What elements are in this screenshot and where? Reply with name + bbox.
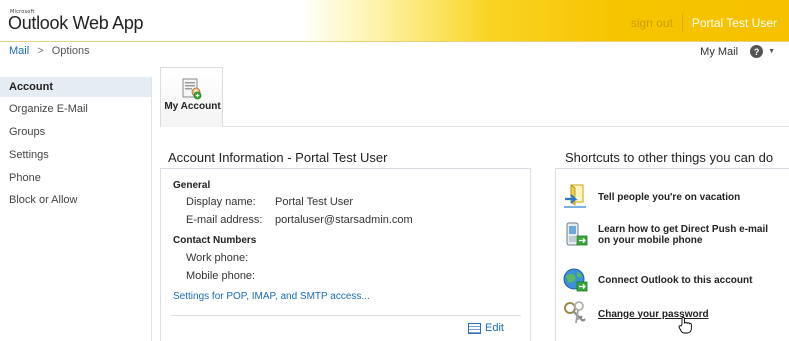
- shortcut-vacation[interactable]: Tell people you're on vacation: [562, 183, 778, 211]
- breadcrumb-separator: >: [37, 45, 44, 57]
- app-logo[interactable]: Microsoft Outlook Web App: [8, 9, 144, 34]
- my-account-icon: [182, 78, 202, 100]
- edit-button[interactable]: Edit: [468, 322, 504, 334]
- options-tab-strip: My Account: [160, 67, 789, 127]
- sign-out-link[interactable]: sign out: [631, 16, 673, 30]
- edit-label: Edit: [485, 322, 504, 334]
- keys-icon: [564, 301, 586, 324]
- breadcrumb-mail-link[interactable]: Mail: [9, 45, 29, 57]
- mailbox-menu[interactable]: My Mail ? ▼: [700, 45, 775, 58]
- sidebar-item-account[interactable]: Account: [0, 77, 151, 97]
- breadcrumb-current: Options: [51, 45, 90, 57]
- help-icon[interactable]: ?: [750, 45, 764, 58]
- mobile-phone-label: Mobile phone:: [186, 270, 256, 282]
- sidebar-item-organize-email[interactable]: Organize E-Mail: [0, 99, 151, 119]
- sidebar-item-settings[interactable]: Settings: [0, 145, 151, 165]
- app-header: Microsoft Outlook Web App sign out Porta…: [0, 0, 789, 42]
- sidebar-item-groups[interactable]: Groups: [0, 122, 151, 142]
- hand-cursor-icon: [678, 316, 692, 334]
- options-sidebar: Account Organize E-Mail Groups Settings …: [0, 77, 152, 341]
- general-heading: General: [173, 180, 211, 191]
- account-info-panel: General Display name: Portal Test User E…: [160, 168, 531, 341]
- logo-text: Outlook Web App: [8, 13, 144, 33]
- display-name-value: Portal Test User: [275, 196, 354, 208]
- sidebar-item-block-or-allow[interactable]: Block or Allow: [0, 190, 151, 210]
- edit-divider: [171, 315, 521, 316]
- shortcut-change-password[interactable]: Change your password: [562, 300, 778, 328]
- contact-numbers-heading: Contact Numbers: [173, 235, 257, 246]
- outlook-globe-icon: [563, 268, 588, 292]
- header-user-area: sign out Portal Test User: [631, 13, 777, 33]
- shortcuts-title: Shortcuts to other things you can do: [565, 150, 774, 165]
- pop-imap-settings-link[interactable]: Settings for POP, IMAP, and SMTP access.…: [173, 291, 370, 302]
- display-name-label: Display name:: [186, 196, 256, 208]
- edit-icon: [468, 322, 481, 334]
- shortcuts-panel: Tell people you're on vacation Learn how…: [555, 168, 789, 341]
- header-divider: [681, 13, 683, 33]
- sidebar-item-phone[interactable]: Phone: [0, 168, 151, 188]
- tab-my-account[interactable]: My Account: [160, 67, 223, 127]
- shortcut-direct-push-label[interactable]: Learn how to get Direct Push e-mail on y…: [598, 224, 778, 246]
- chevron-down-icon[interactable]: ▼: [768, 48, 775, 55]
- breadcrumb: Mail > Options: [9, 45, 90, 57]
- email-value: portaluser@starsadmin.com: [275, 214, 413, 226]
- shortcut-connect-outlook[interactable]: Connect Outlook to this account: [562, 266, 778, 294]
- mailbox-label[interactable]: My Mail: [700, 46, 738, 58]
- shortcut-vacation-label[interactable]: Tell people you're on vacation: [598, 192, 778, 203]
- user-name[interactable]: Portal Test User: [692, 16, 777, 30]
- vacation-icon: [564, 184, 586, 208]
- email-label: E-mail address:: [186, 214, 263, 226]
- shortcut-direct-push[interactable]: Learn how to get Direct Push e-mail on y…: [562, 221, 778, 249]
- work-phone-label: Work phone:: [186, 252, 249, 264]
- account-info-title: Account Information - Portal Test User: [168, 150, 388, 165]
- tab-label: My Account: [164, 101, 221, 112]
- mobile-phone-icon: [566, 222, 588, 246]
- shortcut-connect-outlook-label[interactable]: Connect Outlook to this account: [598, 275, 778, 286]
